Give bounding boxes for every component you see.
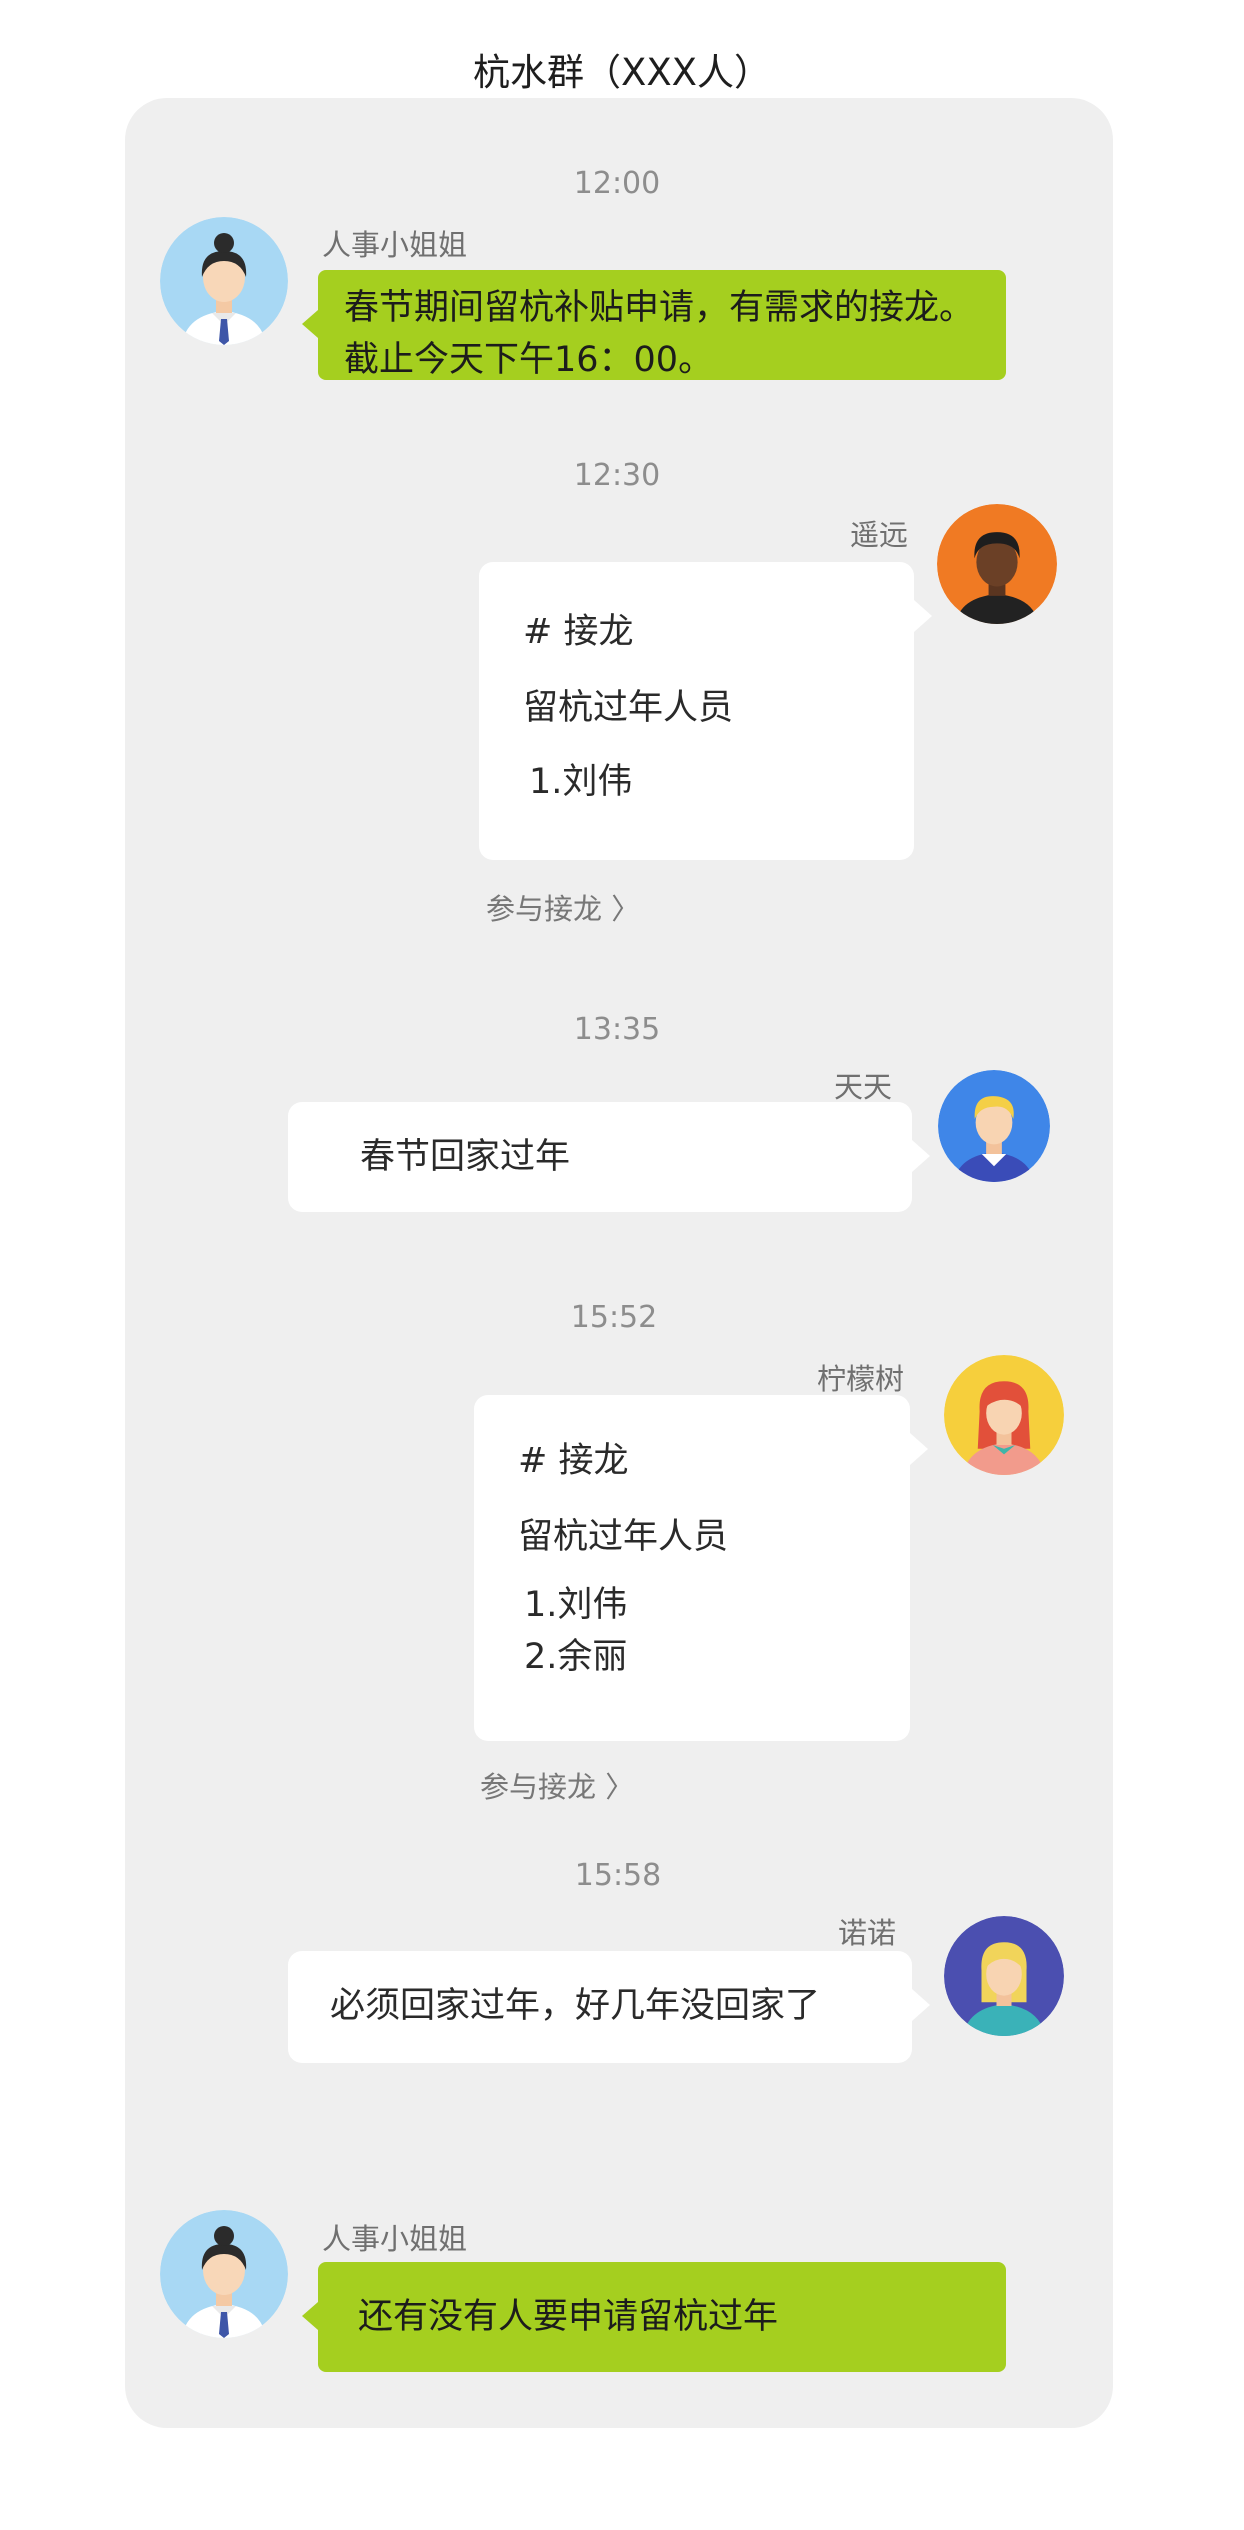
blond-woman-avatar-icon[interactable] — [944, 1916, 1064, 2036]
hr-woman-avatar-icon[interactable] — [160, 217, 288, 345]
timestamp: 12:30 — [573, 458, 661, 493]
blond-man-avatar-icon[interactable] — [938, 1070, 1050, 1182]
message-text: 截止今天下午16：00。 — [344, 340, 714, 380]
timestamp: 13:35 — [573, 1012, 661, 1047]
join-jielong-link[interactable]: 参与接龙 〉 — [486, 886, 640, 928]
timestamp: 15:58 — [574, 1858, 662, 1893]
timestamp: 12:00 — [573, 166, 661, 201]
sender-name: 诺诺 — [837, 1916, 896, 1950]
join-jielong-link[interactable]: 参与接龙 〉 — [480, 1764, 634, 1806]
jielong-entry: 1.刘伟 — [524, 1585, 628, 1625]
message-text: 必须回家过年，好几年没回家了 — [330, 1986, 821, 2026]
jielong-entry: 1.刘伟 — [529, 762, 633, 802]
chat-title: 杭水群（XXX人） — [472, 51, 772, 94]
jielong-card[interactable]: # 接龙 留杭过年人员 1.刘伟 — [479, 562, 932, 860]
timestamp: 15:52 — [570, 1300, 658, 1335]
message-bubble[interactable]: 还有没有人要申请留杭过年 — [302, 2262, 1006, 2372]
jielong-subtitle: 留杭过年人员 — [518, 1517, 729, 1557]
jielong-heading: # 接龙 — [523, 612, 634, 652]
message-bubble[interactable]: 春节回家过年 — [288, 1102, 930, 1212]
hr-woman-avatar-icon[interactable] — [160, 2210, 288, 2338]
jielong-subtitle: 留杭过年人员 — [523, 688, 734, 728]
sender-name: 天天 — [833, 1070, 892, 1104]
chat-panel[interactable] — [125, 98, 1113, 2428]
jielong-entry: 2.余丽 — [524, 1637, 628, 1677]
message-text: 春节期间留杭补贴申请，有需求的接龙。 — [344, 288, 975, 328]
message-bubble[interactable]: 春节期间留杭补贴申请，有需求的接龙。 截止今天下午16：00。 — [302, 270, 1006, 380]
sender-name: 人事小姐姐 — [322, 2222, 468, 2256]
sender-name: 人事小姐姐 — [322, 228, 468, 262]
redhair-woman-avatar-icon[interactable] — [944, 1355, 1064, 1475]
jielong-heading: # 接龙 — [518, 1441, 629, 1481]
sender-name: 柠檬树 — [816, 1362, 904, 1396]
message-text: 还有没有人要申请留杭过年 — [358, 2297, 779, 2337]
dark-man-avatar-icon[interactable] — [937, 504, 1057, 624]
sender-name: 遥远 — [849, 518, 908, 552]
message-bubble[interactable]: 必须回家过年，好几年没回家了 — [288, 1951, 930, 2063]
message-text: 春节回家过年 — [360, 1137, 571, 1177]
jielong-card[interactable]: # 接龙 留杭过年人员 1.刘伟 2.余丽 — [474, 1395, 928, 1741]
